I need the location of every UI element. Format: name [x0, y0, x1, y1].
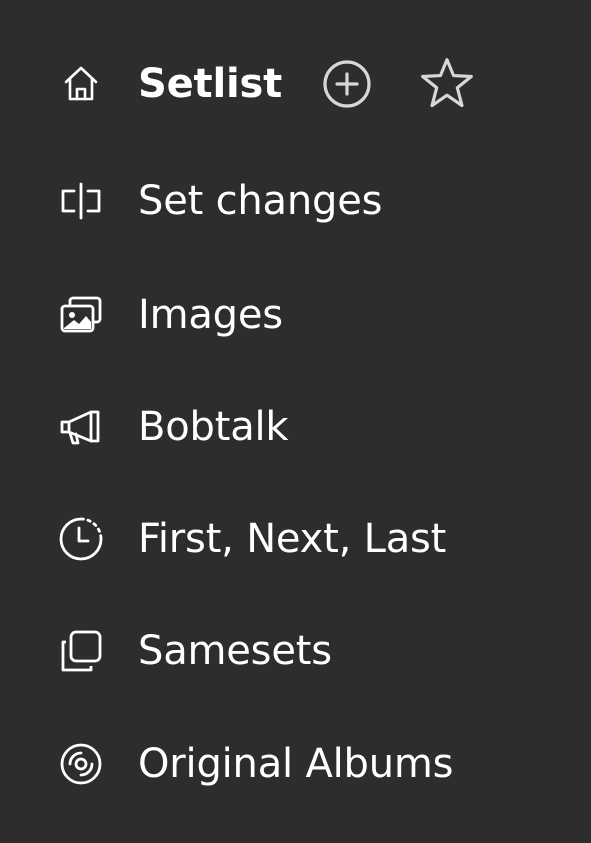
menu-item-label: Original Albums — [138, 741, 454, 787]
menu-item-images[interactable]: Images — [56, 285, 283, 345]
menu-item-samesets[interactable]: Samesets — [56, 621, 332, 681]
disc-icon — [56, 739, 106, 789]
menu-item-label: Set changes — [138, 178, 383, 224]
menu-item-setlist[interactable]: Setlist — [56, 54, 476, 114]
menu-item-label: First, Next, Last — [138, 516, 447, 562]
menu-item-label: Bobtalk — [138, 404, 289, 450]
menu-item-label: Setlist — [138, 61, 283, 107]
megaphone-icon — [56, 402, 106, 452]
home-icon — [56, 59, 106, 109]
plus-circle-icon — [323, 60, 371, 108]
clock-icon — [56, 514, 106, 564]
side-menu: Setlist Set changes Images Bobtalk First… — [0, 0, 591, 843]
menu-item-first-next-last[interactable]: First, Next, Last — [56, 509, 446, 569]
menu-item-label: Images — [138, 292, 283, 338]
menu-item-label: Samesets — [138, 628, 332, 674]
images-icon — [56, 290, 106, 340]
copy-icon — [56, 626, 106, 676]
favorite-button[interactable] — [418, 55, 476, 113]
set-changes-icon — [56, 176, 106, 226]
menu-item-original-albums[interactable]: Original Albums — [56, 734, 453, 794]
menu-item-set-changes[interactable]: Set changes — [56, 171, 382, 231]
add-to-setlist-button[interactable] — [318, 55, 376, 113]
menu-item-bobtalk[interactable]: Bobtalk — [56, 397, 289, 457]
star-icon — [421, 58, 473, 108]
